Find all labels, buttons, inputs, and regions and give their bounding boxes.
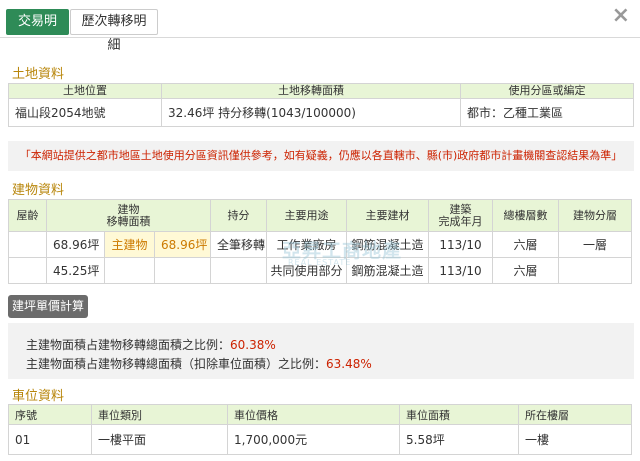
- building-completion: 113/10: [428, 231, 493, 258]
- parking-section-title: 車位資料: [12, 389, 65, 404]
- parking-header-area: 車位面積: [399, 404, 519, 425]
- parking-header-no: 序號: [8, 404, 92, 425]
- ratio-box: 主建物面積占建物移轉總面積之比例：60.38% 主建物面積占建物移轉總面積（扣除…: [8, 323, 634, 379]
- main-building-label: [104, 257, 155, 284]
- building-area: 68.96坪: [46, 231, 105, 258]
- close-icon[interactable]: ×: [612, 4, 630, 28]
- building-floor: [558, 257, 632, 284]
- building-completion: 113/10: [428, 257, 493, 284]
- building-total-floors: 六層: [492, 231, 559, 258]
- building-header-total-floors: 總樓層數: [492, 199, 559, 232]
- tab-bar: 交易明細 歷次轉移明細 ×: [0, 0, 640, 53]
- watermark-subtext: REAL ESTATE: [288, 258, 352, 267]
- ratio-line-total: 主建物面積占建物移轉總面積之比例：60.38%: [26, 336, 276, 353]
- building-area: 45.25坪: [46, 257, 105, 284]
- ratio-label: 主建物面積占建物移轉總面積之比例：: [26, 338, 231, 352]
- ratio-value: 63.48%: [326, 357, 372, 371]
- land-zoning: 都市：乙種工業區: [460, 98, 634, 127]
- building-total-floors: 六層: [492, 257, 559, 284]
- building-header-share: 持分: [210, 199, 267, 232]
- parking-row: 01 一樓平面 1,700,000元 5.58坪 一樓: [8, 424, 632, 455]
- main-building-area: [154, 257, 211, 284]
- ratio-value: 60.38%: [230, 338, 276, 352]
- building-header-main-use: 主要用途: [266, 199, 347, 232]
- building-floor: 一層: [558, 231, 632, 258]
- main-building-label: 主建物: [104, 231, 155, 258]
- land-header-area: 土地移轉面積: [161, 83, 461, 99]
- building-header-material: 主要建材: [346, 199, 429, 232]
- main-building-area: 68.96坪: [154, 231, 211, 258]
- building-share: 全筆移轉: [210, 231, 267, 258]
- land-location: 福山段2054地號: [8, 98, 162, 127]
- land-header-zoning: 使用分區或編定: [460, 83, 634, 99]
- tab-transaction-detail[interactable]: 交易明細: [6, 9, 69, 53]
- parking-area: 5.58坪: [399, 424, 519, 455]
- land-header-location: 土地位置: [8, 83, 162, 99]
- land-table: 土地位置 土地移轉面積 使用分區或編定 福山段2054地號 32.46坪 持分移…: [8, 83, 634, 127]
- tab-transfer-history[interactable]: 歷次轉移明細: [70, 9, 158, 53]
- land-section-title: 土地資料: [12, 67, 65, 82]
- parking-price: 1,700,000元: [227, 424, 400, 455]
- building-age: [8, 257, 47, 284]
- unit-price-calc-button[interactable]: 建坪單價計算: [8, 295, 88, 318]
- building-age: [8, 231, 47, 258]
- parking-type: 一樓平面: [91, 424, 228, 455]
- ratio-label: 主建物面積占建物移轉總面積（扣除車位面積）之比例：: [26, 357, 327, 371]
- building-header-completion: 建築 完成年月: [428, 199, 493, 232]
- parking-floor: 一樓: [518, 424, 632, 455]
- parking-header-floor: 所在樓層: [518, 404, 632, 425]
- land-transfer-area: 32.46坪 持分移轉(1043/100000): [161, 98, 461, 127]
- zoning-notice: 「本網站提供之都市地區土地使用分區資訊僅供參考，如有疑義，仍應以各直轄市、縣(市…: [8, 141, 634, 171]
- ratio-line-excl-parking: 主建物面積占建物移轉總面積（扣除車位面積）之比例：63.48%: [26, 355, 372, 372]
- building-section-title: 建物資料: [12, 183, 65, 198]
- parking-table: 序號 車位類別 車位價格 車位面積 所在樓層 01 一樓平面 1,700,000…: [8, 404, 632, 455]
- building-header-age: 屋齡: [8, 199, 47, 232]
- building-share: [210, 257, 267, 284]
- parking-header-price: 車位價格: [227, 404, 400, 425]
- watermark-logo: 亞昇工商地產 REAL ESTATE: [282, 236, 422, 270]
- building-header-transfer-area: 建物 移轉面積: [46, 199, 211, 232]
- building-header-floor: 建物分層: [558, 199, 632, 232]
- parking-header-type: 車位類別: [91, 404, 228, 425]
- parking-no: 01: [8, 424, 92, 455]
